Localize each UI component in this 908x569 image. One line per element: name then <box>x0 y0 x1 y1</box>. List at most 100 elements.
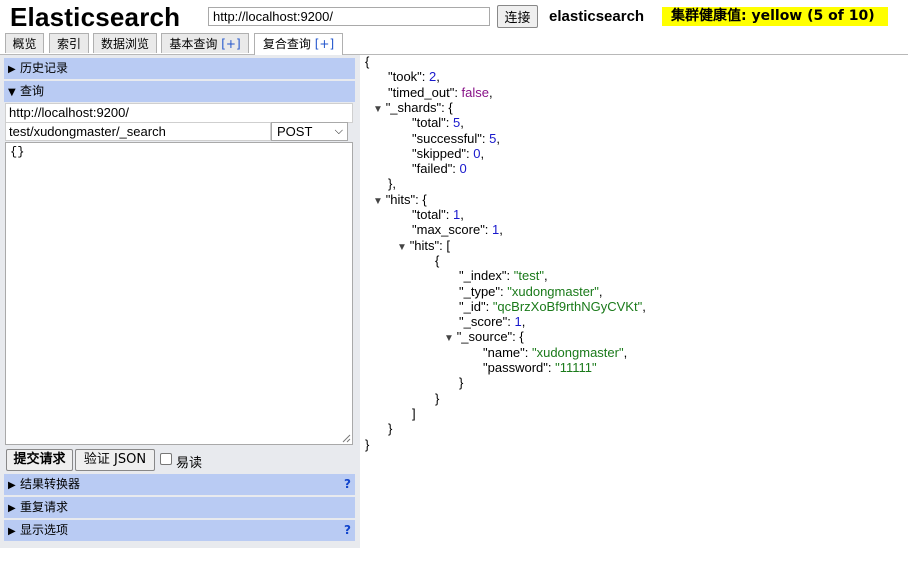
resize-grip-icon[interactable] <box>341 433 351 443</box>
connect-button[interactable]: 连接 <box>497 5 538 28</box>
json-punct: , <box>499 222 503 238</box>
json-key: "_shards": <box>385 99 449 115</box>
json-line: "password": "11111" <box>483 360 597 375</box>
validate-json-button[interactable]: 验证 JSON <box>75 449 155 471</box>
tab-bar: 概览 索引 数据浏览 基本查询 [+] 复合查询 [+] <box>0 32 908 55</box>
method-value: POST <box>277 124 313 139</box>
json-line: "skipped": 0, <box>412 146 484 161</box>
query-body-editor[interactable] <box>5 142 353 445</box>
json-key: "_source": <box>456 329 520 345</box>
json-line: "failed": 0 <box>412 161 467 176</box>
json-key: "max_score": <box>412 222 493 238</box>
tab-label: 索引 <box>56 37 81 51</box>
json-key: "_index": <box>459 268 514 284</box>
tab-label: 数据浏览 <box>100 37 149 51</box>
json-punct: , <box>496 130 501 146</box>
help-icon[interactable]: ? <box>344 520 351 541</box>
json-value: 0 <box>459 161 467 177</box>
app-logo: Elasticsearch <box>10 2 181 32</box>
query-path-input[interactable]: test/xudongmaster/_search <box>5 122 271 141</box>
expand-down-icon: ▼ <box>8 87 16 98</box>
json-line: "total": 5, <box>412 115 464 130</box>
json-bracket: { <box>448 99 453 115</box>
json-bracket: { <box>365 54 370 69</box>
json-line: "_index": "test", <box>459 268 548 283</box>
cluster-url-input[interactable] <box>208 7 490 26</box>
tab-label: 复合查询 <box>262 37 311 51</box>
json-punct: , <box>521 314 526 330</box>
tab-plus[interactable]: [+] <box>221 37 240 51</box>
collapse-toggle-icon[interactable]: ▼ <box>397 242 410 253</box>
readable-label: 易读 <box>176 456 203 471</box>
json-line: } <box>365 437 369 452</box>
json-key: "hits": <box>409 237 447 253</box>
json-key: "skipped": <box>412 145 474 161</box>
method-select[interactable]: POST ⌵ <box>271 122 348 141</box>
json-key: "total": <box>412 207 454 222</box>
json-punct: , <box>642 298 646 314</box>
collapse-toggle-icon[interactable]: ▼ <box>373 104 386 115</box>
json-punct: , <box>460 207 464 222</box>
json-key: "_score": <box>459 314 515 330</box>
json-key: "name": <box>483 344 532 360</box>
tab-basic-query[interactable]: 基本查询 [+] <box>161 33 249 53</box>
json-line: } <box>435 391 439 406</box>
section-label: 查询 <box>20 84 45 98</box>
json-punct: , <box>480 145 485 161</box>
section-label: 显示选项 <box>20 523 69 537</box>
display-options-header[interactable]: ▶ 显示选项 ? <box>4 520 355 541</box>
json-bracket: }, <box>388 176 396 192</box>
collapse-toggle-icon[interactable]: ▼ <box>373 196 386 207</box>
section-label: 重复请求 <box>20 500 69 514</box>
json-line: "total": 1, <box>412 207 464 222</box>
json-line: ▼ "hits": [ <box>397 238 450 255</box>
json-value: "qcBrzXoBf9rthNGyCVKt" <box>492 298 643 314</box>
json-line: "successful": 5, <box>412 131 500 146</box>
json-line: "_type": "xudongmaster", <box>459 284 603 299</box>
json-value: "xudongmaster" <box>507 283 599 299</box>
query-url-input[interactable]: http://localhost:9200/ <box>5 103 353 123</box>
cluster-name: elasticsearch <box>549 8 645 25</box>
json-line: ] <box>412 406 416 421</box>
json-punct: , <box>543 268 548 284</box>
json-line: "name": "xudongmaster", <box>483 345 627 360</box>
tab-browser[interactable]: 数据浏览 <box>93 33 157 53</box>
json-bracket: { <box>435 252 440 268</box>
json-line: } <box>459 375 463 390</box>
history-section-header[interactable]: ▶ 历史记录 <box>4 58 355 79</box>
json-bracket: { <box>519 329 524 345</box>
chevron-down-icon: ⌵ <box>334 125 343 137</box>
json-punct: , <box>489 84 493 100</box>
section-label: 历史记录 <box>20 61 69 75</box>
json-key: "_id": <box>459 298 493 314</box>
expand-right-icon: ▶ <box>8 503 16 514</box>
tab-compound-query[interactable]: 复合查询 [+] <box>254 33 343 55</box>
submit-request-button[interactable]: 提交请求 <box>6 449 73 471</box>
tab-overview[interactable]: 概览 <box>5 33 44 53</box>
json-value: false <box>461 84 490 100</box>
json-value: 1 <box>514 314 522 330</box>
json-line: "took": 2, <box>388 69 440 84</box>
collapse-toggle-icon[interactable]: ▼ <box>444 333 457 344</box>
json-bracket: [ <box>446 237 450 253</box>
json-key: "failed": <box>412 161 460 177</box>
json-key: "_type": <box>459 283 508 299</box>
readable-checkbox[interactable] <box>160 453 172 465</box>
json-punct: , <box>460 115 464 131</box>
json-line: "max_score": 1, <box>412 222 503 237</box>
json-line: "_score": 1, <box>459 314 525 329</box>
json-key: "successful": <box>412 130 490 146</box>
json-key: "timed_out": <box>388 84 462 100</box>
help-icon[interactable]: ? <box>344 474 351 495</box>
json-bracket: } <box>435 390 440 406</box>
repeat-request-header[interactable]: ▶ 重复请求 <box>4 497 355 518</box>
result-transformer-header[interactable]: ▶ 结果转换器 ? <box>4 474 355 495</box>
json-punct: , <box>598 283 603 299</box>
tab-indices[interactable]: 索引 <box>49 33 89 53</box>
json-result-viewer: { "took": 2, "timed_out": false, ▼ "_shards… <box>365 54 905 554</box>
tab-plus[interactable]: [+] <box>315 37 334 51</box>
query-section-header[interactable]: ▼ 查询 <box>4 81 355 102</box>
json-value: "test" <box>513 268 544 284</box>
expand-right-icon: ▶ <box>8 526 16 537</box>
json-key: "took": <box>388 69 430 85</box>
